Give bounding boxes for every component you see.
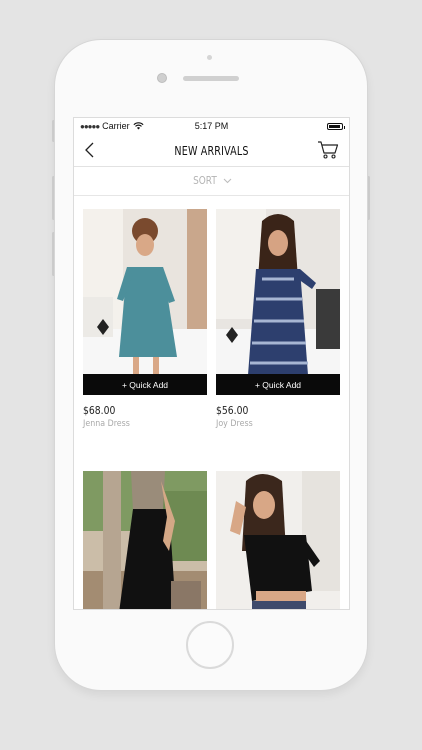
quick-add-button[interactable]: + Quick Add	[216, 374, 340, 395]
sort-button[interactable]: SORT	[74, 167, 349, 196]
app-screen: ●●●●● Carrier 5:17 PM NEW ARRIVALS SORT	[73, 117, 350, 610]
product-name[interactable]: Joy Dress	[216, 419, 325, 429]
quick-add-button[interactable]: + Quick Add	[83, 374, 207, 395]
product-card[interactable]	[83, 471, 207, 609]
product-card[interactable]	[216, 471, 340, 609]
status-bar: ●●●●● Carrier 5:17 PM	[74, 118, 349, 134]
page-title: NEW ARRIVALS	[174, 142, 249, 158]
nav-bar: NEW ARRIVALS	[74, 134, 349, 167]
battery-icon	[327, 122, 345, 130]
earpiece-speaker	[183, 76, 239, 81]
product-card[interactable]: + Quick Add $56.00 Joy Dress	[216, 209, 340, 429]
chevron-down-icon	[224, 178, 232, 184]
status-time: 5:17 PM	[194, 121, 229, 131]
home-button[interactable]	[186, 621, 234, 669]
power-button	[367, 176, 370, 220]
product-image[interactable]: + Quick Add	[83, 209, 207, 395]
proximity-sensor	[207, 55, 212, 60]
sort-label: SORT	[192, 175, 217, 187]
product-image[interactable]	[83, 471, 207, 609]
chevron-left-icon[interactable]	[84, 142, 96, 158]
product-image[interactable]	[216, 471, 340, 609]
cart-icon[interactable]	[317, 140, 339, 160]
product-image[interactable]: + Quick Add	[216, 209, 340, 395]
product-name[interactable]: Jenna Dress	[83, 419, 192, 429]
product-card[interactable]: + Quick Add $68.00 Jenna Dress	[83, 209, 207, 429]
product-price: $56.00	[216, 405, 249, 417]
product-price: $68.00	[83, 405, 116, 417]
front-camera	[157, 73, 167, 83]
